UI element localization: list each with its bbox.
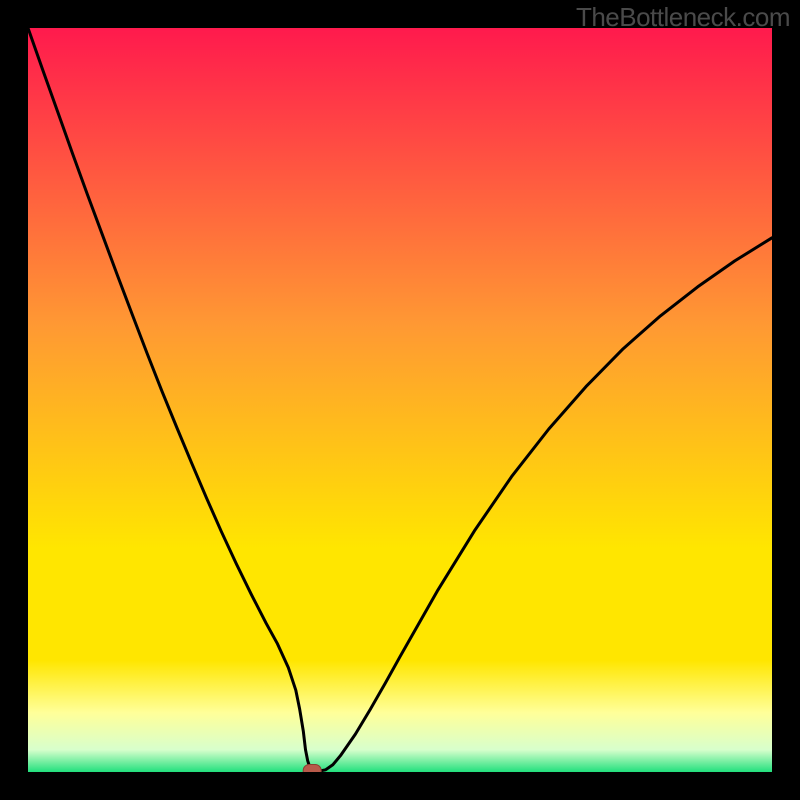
chart-frame: TheBottleneck.com: [0, 0, 800, 800]
optimal-point-marker: [303, 765, 321, 773]
gradient-background: [28, 28, 772, 772]
watermark-text: TheBottleneck.com: [576, 2, 790, 33]
chart-svg: [28, 28, 772, 772]
plot-area: [28, 28, 772, 772]
